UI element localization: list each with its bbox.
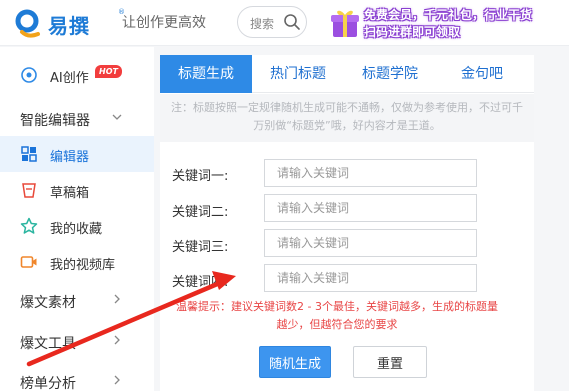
reset-button[interactable]: 重置 [353, 346, 427, 378]
hot-badge: HOT [95, 65, 122, 78]
sidebar-item-drafts[interactable]: 草稿箱 [0, 172, 154, 208]
ai-icon [21, 67, 37, 83]
sidebar-item-label: 我的视频库 [50, 258, 116, 273]
keyword-1-label: 关键词一: [172, 169, 229, 184]
sidebar-item-label: 编辑器 [50, 150, 90, 165]
promo-banner[interactable]: 免费会员，千元礼包，行业干货 扫码进群即可领取 [330, 3, 569, 43]
sidebar-item-label: 我的收藏 [50, 222, 103, 237]
sidebar-item-ai-create[interactable]: AI创作 HOT [0, 57, 154, 93]
sidebar-group-smart-editor[interactable]: 智能编辑器 [0, 100, 154, 136]
sidebar-item-editor[interactable]: 编辑器 [0, 136, 154, 172]
search-box[interactable]: 搜索 [237, 6, 307, 38]
promo-line-2: 扫码进群即可领取 [364, 25, 461, 39]
search-icon[interactable] [283, 13, 301, 31]
search-placeholder[interactable]: 搜索 [250, 15, 274, 32]
slogan: 让创作更高效 [122, 15, 206, 31]
gift-icon [331, 10, 359, 37]
chevron-down-icon [112, 114, 122, 120]
tab-golden-sentences[interactable]: 金句吧 [436, 55, 528, 93]
keyword-1-input[interactable] [264, 159, 477, 187]
sidebar-group-viral-tools[interactable]: 爆文工具 [0, 323, 154, 359]
keyword-2-label: 关键词二: [172, 205, 229, 220]
keyword-3-input[interactable] [264, 229, 477, 257]
editor-icon [21, 146, 37, 162]
sidebar-item-label: 草稿箱 [50, 186, 90, 201]
random-generate-button[interactable]: 随机生成 [259, 346, 331, 378]
sidebar-item-favorites[interactable]: 我的收藏 [0, 208, 154, 244]
video-icon [20, 256, 37, 268]
sidebar: AI创作 HOT 智能编辑器 编辑器 草稿箱 我的收藏 我的视频库 爆文素材 爆… [0, 47, 154, 391]
sidebar-group-label: 爆文素材 [20, 295, 76, 311]
top-header: 易撰 ® 让创作更高效 搜索 免费会员，千元礼包，行业干货 扫码进群即可领取 [0, 0, 569, 46]
chevron-right-icon [114, 375, 120, 385]
title-generator-panel: 标题生成 热门标题 标题学院 金句吧 注：标题按照一定规律随机生成可能不通畅，仅… [160, 55, 534, 391]
sidebar-group-viral-materials[interactable]: 爆文素材 [0, 282, 154, 318]
keyword-4-label: 关键词四: [172, 275, 229, 290]
sidebar-group-label: 智能编辑器 [20, 113, 90, 129]
draft-icon [22, 183, 36, 198]
tab-title-academy[interactable]: 标题学院 [344, 55, 436, 93]
tab-bar: 标题生成 热门标题 标题学院 金句吧 [160, 55, 534, 93]
star-icon [20, 217, 38, 234]
sidebar-group-label: 榜单分析 [20, 376, 76, 391]
tab-hot-titles[interactable]: 热门标题 [252, 55, 344, 93]
keyword-4-input[interactable] [264, 264, 477, 292]
chevron-right-icon [114, 294, 120, 304]
chevron-right-icon [114, 335, 120, 345]
logo[interactable]: 易撰 ® [14, 6, 125, 40]
logo-text: 易撰 [48, 14, 90, 38]
keyword-3-label: 关键词三: [172, 240, 229, 255]
promo-line-1: 免费会员，千元礼包，行业干货 [364, 8, 533, 22]
keyword-tip: 温馨提示：建议关键词数2 - 3个最佳，关键词越多，生成的标题量越少，但越符合您… [176, 300, 498, 331]
logo-mark-icon [15, 9, 40, 38]
sidebar-group-rankings[interactable]: 榜单分析 [0, 363, 154, 391]
sidebar-item-video-library[interactable]: 我的视频库 [0, 244, 154, 280]
sidebar-item-label: AI创作 [50, 71, 89, 86]
sidebar-group-label: 爆文工具 [20, 336, 76, 352]
keyword-2-input[interactable] [264, 194, 477, 222]
tab-title-generate[interactable]: 标题生成 [160, 55, 252, 93]
usage-note: 注：标题按照一定规律随机生成可能不通畅，仅做为参考使用，不过可千万别做“标题党”… [160, 94, 534, 142]
